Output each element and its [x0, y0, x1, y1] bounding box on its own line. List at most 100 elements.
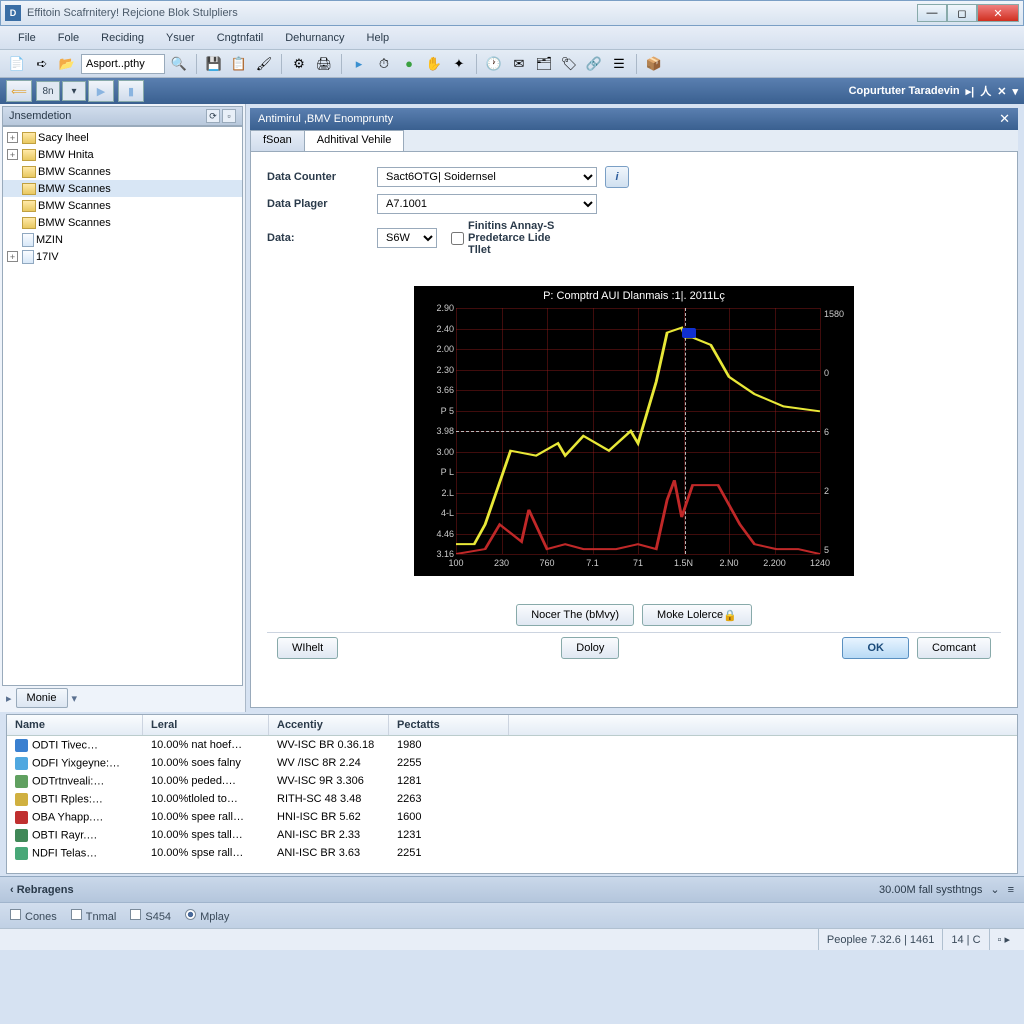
- menu-reciding[interactable]: Reciding: [91, 29, 154, 47]
- tb-hand-icon[interactable]: ✋: [423, 53, 445, 75]
- maximize-button[interactable]: ◻: [947, 4, 977, 22]
- moke-button[interactable]: Moke Lolerce 🔒: [642, 604, 752, 626]
- tb-box-icon[interactable]: 📦: [643, 53, 665, 75]
- doloy-button[interactable]: Doloy: [561, 637, 619, 659]
- perspective-menu-icon[interactable]: ▾: [1012, 85, 1018, 98]
- tree-item[interactable]: + 17IV: [3, 248, 242, 265]
- tb-doc-icon[interactable]: 📋: [228, 53, 250, 75]
- menu-ysuer[interactable]: Ysuer: [156, 29, 205, 47]
- tb-print-icon[interactable]: 🖨: [313, 53, 335, 75]
- sidebar-min-icon[interactable]: ▫: [222, 109, 236, 123]
- back-icon[interactable]: ⟸: [6, 80, 32, 102]
- status-cell-1: Peoplee 7.32.6 | 1461: [818, 929, 942, 950]
- dropdown-icon[interactable]: ▾: [62, 81, 86, 101]
- menu-help[interactable]: Help: [357, 29, 400, 47]
- tree-item[interactable]: + Sacy lheel: [3, 129, 242, 146]
- col-name[interactable]: Name: [7, 715, 143, 735]
- tb-spark-icon[interactable]: ✦: [448, 53, 470, 75]
- ok-button[interactable]: OK: [842, 637, 909, 659]
- chart-marker[interactable]: [682, 328, 696, 338]
- col-leral[interactable]: Leral: [143, 715, 269, 735]
- person-icon[interactable]: 人: [980, 83, 991, 99]
- radio-mplay[interactable]: Mplay: [185, 909, 229, 923]
- perspective-label: Copurtuter Taradevin: [849, 85, 960, 97]
- check-label[interactable]: Finitins Annay-S Predetarce Lide Tllet: [451, 220, 561, 256]
- folder-icon: [22, 200, 36, 212]
- tb-green-icon[interactable]: ●: [398, 53, 420, 75]
- tb-mail-icon[interactable]: ✉: [508, 53, 530, 75]
- col-pectatts[interactable]: Pectatts: [389, 715, 509, 735]
- perspective-pin-icon[interactable]: ▸|: [966, 85, 975, 98]
- table-row[interactable]: OBA Yhapp.…10.00% spee rall…HNI-ISC BR 5…: [7, 808, 1017, 826]
- tb-link-icon[interactable]: 🔗: [583, 53, 605, 75]
- tb-clock-icon[interactable]: 🕐: [483, 53, 505, 75]
- chk-cones[interactable]: Cones: [10, 909, 57, 923]
- folder-icon: [22, 183, 36, 195]
- data-select[interactable]: S6W: [377, 228, 437, 248]
- tab-scan[interactable]: fSoan: [250, 130, 305, 151]
- tb-search-icon[interactable]: 🔍: [168, 53, 190, 75]
- check-box[interactable]: [451, 232, 464, 245]
- data-counter-select[interactable]: Sact6OTG| Soidernsel: [377, 167, 597, 187]
- chk-s454[interactable]: S454: [130, 909, 171, 923]
- whelt-button[interactable]: WIhelt: [277, 637, 338, 659]
- tree-item[interactable]: MZIN: [3, 231, 242, 248]
- play-icon[interactable]: ▶: [88, 80, 114, 102]
- record-icon[interactable]: ▮: [118, 80, 144, 102]
- status-chevron-icon[interactable]: ⌄: [990, 883, 999, 896]
- monie-button[interactable]: Monie: [16, 688, 68, 708]
- comcant-button[interactable]: Comcant: [917, 637, 991, 659]
- tb-new-icon[interactable]: 📄: [6, 53, 28, 75]
- tb-arrow-icon[interactable]: ➪: [31, 53, 53, 75]
- tree-item[interactable]: BMW Scannes: [3, 163, 242, 180]
- minimize-button[interactable]: —: [917, 4, 947, 22]
- sidebar-chevron-icon[interactable]: ▸: [6, 692, 12, 705]
- zn-button[interactable]: 8n: [36, 81, 60, 101]
- tb-tag-icon[interactable]: 🏷: [558, 53, 580, 75]
- col-accentiy[interactable]: Accentiy: [269, 715, 389, 735]
- status-right-text: 30.00M fall systhtngs: [879, 884, 982, 896]
- tb-cards-icon[interactable]: 🗂: [533, 53, 555, 75]
- status-cell-2: 14 | C: [942, 929, 988, 950]
- table-row[interactable]: NDFI Telas…10.00% spse rall…ANI-ISC BR 3…: [7, 844, 1017, 862]
- table-body[interactable]: ODTI Tivec…10.00% nat hoef…WV-ISC BR 0.3…: [7, 736, 1017, 873]
- tab-additional-vehicle[interactable]: Adhitival Vehile: [304, 130, 405, 151]
- data-player-select[interactable]: A7.1001: [377, 194, 597, 214]
- table-row[interactable]: ODFI Yixgeyne:…10.00% soes falnyWV /ISC …: [7, 754, 1017, 772]
- tree[interactable]: + Sacy lheel+ BMW Hnita BMW Scannes BMW …: [2, 126, 243, 686]
- close-button[interactable]: ✕: [977, 4, 1019, 22]
- chk-tnmal[interactable]: Tnmal: [71, 909, 117, 923]
- status-menu-icon[interactable]: ≡: [1008, 884, 1014, 896]
- tb-gear-icon[interactable]: ⚙: [288, 53, 310, 75]
- menu-file[interactable]: File: [8, 29, 46, 47]
- tree-item[interactable]: BMW Scannes: [3, 197, 242, 214]
- nocer-button[interactable]: Nocer The (bMvy): [516, 604, 634, 626]
- tb-save-icon[interactable]: 💾: [203, 53, 225, 75]
- doc-close-icon[interactable]: ✕: [999, 111, 1010, 127]
- close-perspective-icon[interactable]: ✕: [997, 85, 1006, 98]
- tree-item[interactable]: + BMW Hnita: [3, 146, 242, 163]
- toolbar-input[interactable]: [81, 54, 165, 74]
- sidebar-sync-icon[interactable]: ⟳: [206, 109, 220, 123]
- menu-dehurnancy[interactable]: Dehurnancy: [275, 29, 354, 47]
- info-button[interactable]: i: [605, 166, 629, 188]
- tb-open-icon[interactable]: 📂: [56, 53, 78, 75]
- table-row[interactable]: ODTI Tivec…10.00% nat hoef…WV-ISC BR 0.3…: [7, 736, 1017, 754]
- rebragens-link[interactable]: ‹ Rebragens: [10, 884, 74, 896]
- lock-icon: 🔒: [723, 609, 737, 622]
- tree-item[interactable]: BMW Scannes: [3, 180, 242, 197]
- tb-stack-icon[interactable]: ☰: [608, 53, 630, 75]
- tb-brush-icon[interactable]: 🖌: [253, 53, 275, 75]
- menu-cngtnfatil[interactable]: Cngtnfatil: [207, 29, 273, 47]
- tree-item[interactable]: BMW Scannes: [3, 214, 242, 231]
- statusbar-1: ‹ Rebragens 30.00M fall systhtngs ⌄ ≡: [0, 876, 1024, 902]
- sidebar-more-icon[interactable]: ▾: [72, 692, 78, 705]
- menu-fole[interactable]: Fole: [48, 29, 89, 47]
- toolbar2: ⟸ 8n ▾ ▶ ▮ Copurtuter Taradevin ▸| 人 ✕ ▾: [0, 78, 1024, 104]
- tb-timer-icon[interactable]: ⏱: [373, 53, 395, 75]
- table-row[interactable]: OBTI Rples:…10.00%tloled to…RITH-SC 48 3…: [7, 790, 1017, 808]
- table-row[interactable]: ODTrtnveali:…10.00% peded.…WV-ISC 9R 3.3…: [7, 772, 1017, 790]
- table-row[interactable]: OBTI Rayr.…10.00% spes tall…ANI-ISC BR 2…: [7, 826, 1017, 844]
- sidebar: Jnsemdetion ⟳ ▫ + Sacy lheel+ BMW Hnita …: [0, 104, 246, 712]
- tb-flag-icon[interactable]: ▸: [348, 53, 370, 75]
